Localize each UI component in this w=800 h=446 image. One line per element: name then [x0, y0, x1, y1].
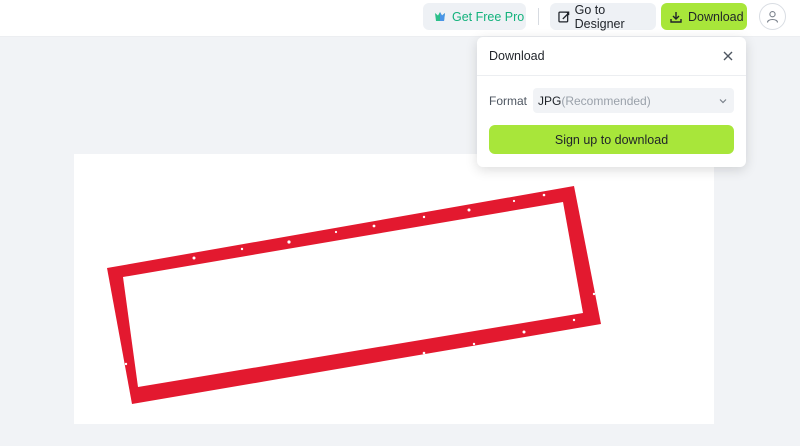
format-value: JPG — [538, 93, 562, 108]
download-icon — [670, 11, 682, 23]
stamp-frame-graphic — [107, 186, 601, 404]
close-icon[interactable] — [722, 50, 734, 62]
get-free-pro-label: Get Free Pro — [452, 9, 525, 24]
go-to-designer-button[interactable]: Go to Designer — [550, 2, 656, 31]
user-icon — [766, 11, 779, 23]
format-select[interactable]: JPG (Recommended) — [533, 88, 734, 113]
format-label: Format — [489, 94, 528, 108]
user-avatar-button[interactable] — [759, 3, 786, 30]
design-canvas[interactable] — [74, 154, 714, 424]
top-bar: Get Free Pro Go to Designer Download — [0, 0, 800, 37]
chevron-down-icon — [719, 99, 727, 104]
crown-icon — [435, 12, 445, 21]
format-hint: (Recommended) — [561, 93, 651, 108]
sign-up-to-download-button[interactable]: Sign up to download — [489, 125, 734, 154]
download-popup: Download Format JPG (Recommended) Sign u… — [477, 37, 746, 167]
toolbar-divider — [538, 8, 539, 25]
go-to-designer-label: Go to Designer — [574, 2, 625, 31]
popup-header: Download — [477, 37, 746, 76]
edit-icon — [558, 11, 570, 22]
download-label: Download — [688, 9, 744, 24]
popup-title: Download — [489, 49, 545, 63]
get-free-pro-button[interactable]: Get Free Pro — [423, 3, 526, 30]
download-button[interactable]: Download — [661, 3, 747, 30]
